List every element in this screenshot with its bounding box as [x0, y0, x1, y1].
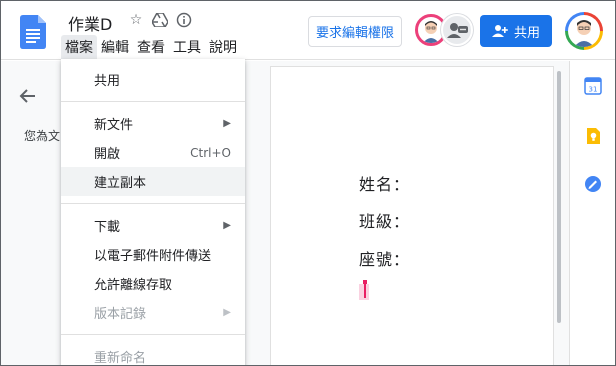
- document-page[interactable]: 姓名： 班級： 座號：: [271, 67, 553, 365]
- arrow-left-icon[interactable]: [17, 85, 39, 107]
- menu-item-label: 下載: [94, 220, 121, 235]
- share-label: 共用: [513, 25, 540, 41]
- menu-item-label: 開啟: [94, 147, 121, 162]
- menu-help[interactable]: 說明: [205, 35, 241, 59]
- chevron-right-icon: ▶: [223, 220, 231, 231]
- collaborator-avatars: [415, 14, 475, 48]
- star-icon[interactable]: ☆: [127, 11, 145, 29]
- app-window: 作業D ☆ 檔案 編輯 查看 工具 說明 要求編輯權限 共用 您為文 姓名： 班…: [0, 0, 616, 366]
- menu-item-label: 以電子郵件附件傳送: [94, 249, 212, 264]
- menu-separator: [61, 101, 245, 102]
- menu-item-open[interactable]: 開啟 Ctrl+O: [61, 138, 245, 167]
- menu-edit[interactable]: 編輯: [97, 35, 133, 59]
- menu-view[interactable]: 查看: [133, 35, 169, 59]
- calendar-icon[interactable]: 31: [584, 77, 602, 95]
- vertical-scrollbar[interactable]: [557, 71, 561, 323]
- menu-item-label: 新文件: [94, 118, 134, 133]
- anonymous-avatar[interactable]: [441, 14, 473, 46]
- menubar: 檔案 編輯 查看 工具 說明: [61, 35, 241, 59]
- chevron-right-icon: ▶: [223, 118, 231, 129]
- menu-item-rename: 重新命名: [61, 342, 245, 366]
- header: 作業D ☆ 檔案 編輯 查看 工具 說明 要求編輯權限 共用: [1, 1, 615, 60]
- menu-item-new[interactable]: 新文件 ▶: [61, 109, 245, 138]
- menu-item-version-history: 版本記錄 ▶: [61, 298, 245, 327]
- open-shortcut: Ctrl+O: [190, 145, 231, 160]
- menu-item-label: 重新命名: [94, 351, 147, 366]
- menu-item-label: 版本記錄: [94, 307, 147, 322]
- chevron-right-icon: ▶: [223, 307, 231, 318]
- menu-item-label: 共用: [94, 74, 121, 89]
- outline-message: 您為文: [24, 129, 61, 143]
- share-button[interactable]: 共用: [480, 15, 552, 47]
- seat-field-label: 座號：: [359, 250, 411, 269]
- menu-item-label: 允許離線存取: [94, 278, 173, 293]
- keep-icon[interactable]: [584, 127, 602, 145]
- menu-item-label: 建立副本: [94, 176, 147, 191]
- person-add-icon: [491, 25, 508, 37]
- docs-logo-icon[interactable]: [20, 15, 46, 49]
- document-title[interactable]: 作業D: [68, 11, 112, 35]
- menu-file[interactable]: 檔案: [61, 35, 97, 59]
- tasks-icon[interactable]: [584, 175, 602, 193]
- menu-item-email-attachment[interactable]: 以電子郵件附件傳送: [61, 240, 245, 269]
- menu-separator: [61, 203, 245, 204]
- menu-item-offline[interactable]: 允許離線存取: [61, 269, 245, 298]
- menu-separator: [61, 334, 245, 335]
- class-field-label: 班級：: [359, 212, 411, 231]
- request-edit-button[interactable]: 要求編輯權限: [308, 16, 402, 47]
- account-avatar[interactable]: [565, 12, 603, 50]
- calendar-day: 31: [589, 86, 598, 94]
- drive-icon[interactable]: [151, 11, 169, 29]
- menu-item-download[interactable]: 下載 ▶: [61, 211, 245, 240]
- menu-tools[interactable]: 工具: [169, 35, 205, 59]
- info-icon[interactable]: [175, 11, 193, 29]
- file-menu: 共用 新文件 ▶ 開啟 Ctrl+O 建立副本 下載 ▶ 以電子郵件附件傳送 允許離線…: [61, 59, 245, 366]
- menu-item-make-copy[interactable]: 建立副本: [61, 167, 245, 196]
- side-panel: 31: [569, 61, 615, 365]
- menu-item-share[interactable]: 共用: [61, 65, 245, 94]
- collaborator-cursor: [364, 282, 366, 298]
- collaborator-cursor-flag: [363, 280, 367, 284]
- name-field-label: 姓名：: [359, 175, 411, 194]
